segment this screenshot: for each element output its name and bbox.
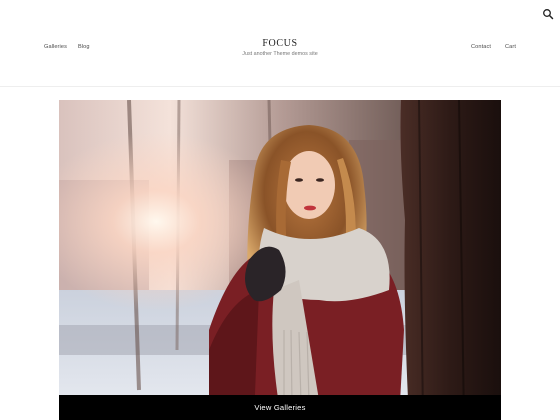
woman-in-scarf-photo [59, 100, 501, 420]
search-icon[interactable] [542, 7, 554, 20]
secondary-nav: Contact Cart [471, 44, 516, 50]
header-divider [0, 86, 560, 87]
site-tagline: Just another Theme demos site [242, 51, 318, 57]
view-galleries-button[interactable]: View Galleries [59, 395, 501, 420]
page: Galleries Blog FOCUS Just another Theme … [0, 0, 560, 420]
nav-item-cart[interactable]: Cart [505, 44, 516, 50]
hero-image[interactable] [59, 100, 501, 420]
nav-item-contact[interactable]: Contact [471, 44, 491, 50]
site-header: Galleries Blog FOCUS Just another Theme … [0, 36, 560, 60]
